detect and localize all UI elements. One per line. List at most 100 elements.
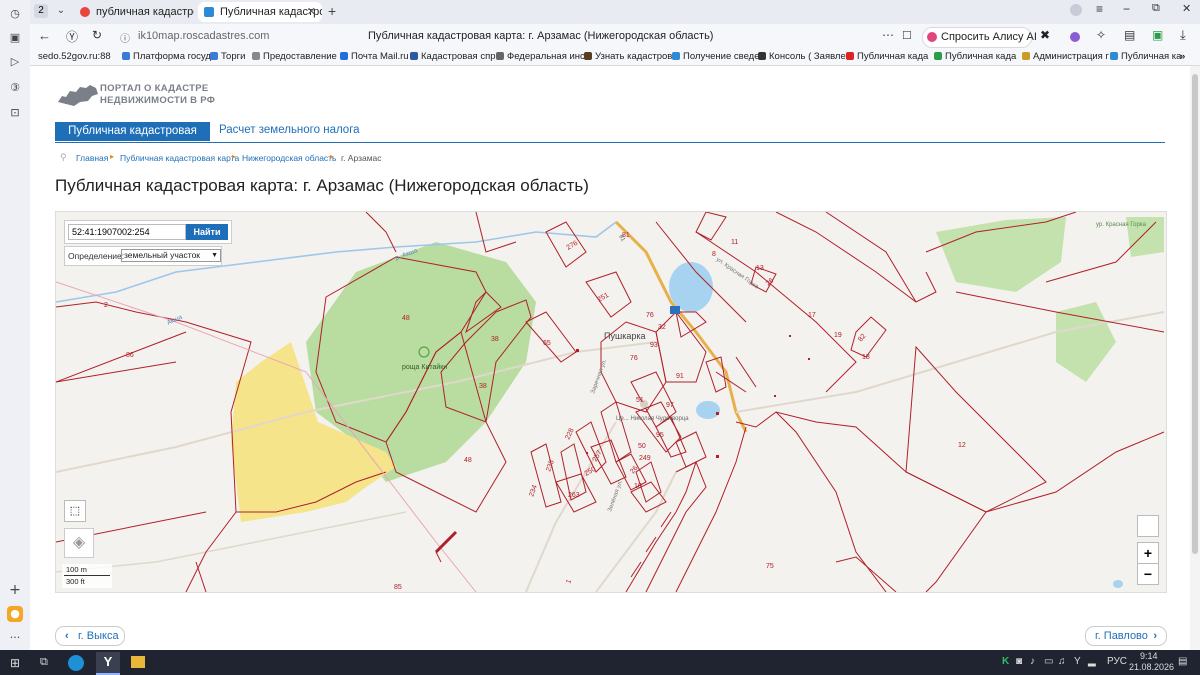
download-icon[interactable]: ⤓	[1180, 27, 1186, 43]
fullscreen-button[interactable]: ⬚	[64, 500, 86, 522]
history-icon[interactable]: ◷	[7, 6, 23, 22]
bookmark-icon[interactable]: ☐	[902, 29, 912, 42]
alice-app-icon[interactable]: ●	[7, 606, 23, 622]
ask-alice-label: Спросить Алису AI	[941, 31, 1037, 43]
map-svg[interactable]: 48 38 38 86 85 48 276 251 65 76 93 91 51…	[56, 212, 1166, 592]
bookmark-item[interactable]: Почта Mail.ru	[340, 51, 409, 62]
zoom-in-button[interactable]: +	[1137, 542, 1159, 564]
more-icon[interactable]: ···	[7, 630, 23, 646]
page-scrollbar[interactable]	[1190, 66, 1200, 650]
layers-button[interactable]: ◈	[64, 528, 94, 558]
extension-circle-icon[interactable]	[1070, 32, 1080, 42]
screenshot-icon[interactable]: ⊡	[7, 105, 23, 121]
zoom-out-button[interactable]: −	[1137, 563, 1159, 585]
close-tab-icon[interactable]: ✕	[307, 2, 316, 22]
bookmark-item[interactable]: Публичная када	[934, 51, 1016, 62]
bookmark-item[interactable]: Предоставление	[252, 51, 337, 62]
tab-2-active[interactable]: Публичная кадастрова ✕	[198, 2, 322, 22]
address-bar-row: ← Ⓨ ↻ ⓘ ik10map.roscadastres.com Публичн…	[30, 24, 1200, 50]
sidebar-panel-icon[interactable]: ▤	[1124, 28, 1135, 42]
nav-land-tax-link[interactable]: Расчет земельного налога	[219, 124, 360, 136]
extensions-icon[interactable]: ✧	[1096, 28, 1106, 42]
file-explorer-icon[interactable]	[131, 656, 145, 668]
minimize-icon[interactable]: −	[1123, 2, 1130, 16]
parcel-label: 75	[766, 563, 774, 570]
breadcrumb-region[interactable]: Нижегородская область	[242, 153, 337, 163]
parcel-label: 11	[731, 239, 738, 246]
parcel-label: 2	[104, 302, 108, 309]
more-bookmarks-icon[interactable]: »	[1180, 51, 1185, 62]
map-option-button[interactable]	[1137, 515, 1159, 537]
play-icon[interactable]: ▷	[7, 54, 23, 70]
start-icon[interactable]: ⊞	[10, 656, 20, 670]
yandex-browser-taskbar-icon[interactable]: Y	[96, 652, 120, 675]
pond	[696, 401, 720, 419]
breadcrumb-home[interactable]: Главная	[76, 153, 108, 163]
tab-count-badge[interactable]: 2	[34, 4, 48, 18]
back-icon[interactable]: ←	[38, 28, 51, 43]
network-icon[interactable]: ▂	[1088, 656, 1096, 667]
definition-select[interactable]: земельный участок ▼	[121, 249, 221, 262]
clock-time[interactable]: 9:14	[1140, 651, 1158, 661]
more-actions-icon[interactable]: ⋯	[882, 28, 894, 42]
volume-icon[interactable]: ♫	[1058, 656, 1066, 667]
scale-meters: 100 m	[66, 565, 87, 574]
extension-x-icon[interactable]: ✖	[1040, 28, 1050, 42]
next-city-button[interactable]: г. Павлово ›	[1085, 626, 1167, 646]
notifications-icon[interactable]: ▤	[1178, 656, 1187, 667]
tray-mic-icon[interactable]: ♪	[1030, 656, 1035, 667]
bookmark-item[interactable]: Администрация г	[1022, 51, 1109, 62]
language-indicator[interactable]: РУС	[1107, 656, 1127, 667]
tray-yandex-icon[interactable]: Y	[1074, 656, 1081, 667]
bookmark-item[interactable]: Получение сведе	[672, 51, 760, 62]
yandex-icon[interactable]: Ⓨ	[66, 28, 78, 45]
edge-icon[interactable]	[68, 655, 84, 671]
church-label: Це... Николая Чудотворца	[616, 416, 689, 422]
bookmark-item[interactable]: Торги	[210, 51, 245, 62]
add-panel-icon[interactable]: +	[7, 582, 23, 598]
bookmark-item[interactable]: Федеральная инс	[496, 51, 585, 62]
definition-label: Определение:	[68, 251, 125, 261]
tab-1[interactable]: публичная кадастровая к	[74, 2, 194, 22]
info-icon[interactable]: ⓘ	[120, 30, 130, 45]
prev-city-button[interactable]: ‹ г. Выкса	[55, 626, 125, 646]
bookmark-item[interactable]: Кадастровая спр	[410, 51, 496, 62]
map-canvas[interactable]: 48 38 38 86 85 48 276 251 65 76 93 91 51…	[55, 211, 1167, 593]
find-button[interactable]: Найти	[186, 224, 228, 240]
ask-alice-button[interactable]: Спросить Алису AI	[922, 27, 1037, 48]
tray-chat-icon[interactable]: ▭	[1044, 656, 1053, 667]
number-3-icon[interactable]: ③	[7, 80, 23, 96]
breadcrumb-public-map[interactable]: Публичная кадастровая карта	[120, 153, 239, 163]
restore-icon[interactable]: ⧉	[1152, 2, 1160, 15]
scale-bar: 100 m 300 ft	[62, 564, 112, 588]
scrollbar-thumb[interactable]	[1192, 74, 1198, 554]
page-title-in-address: Публичная кадастровая карта: г. Арзамас …	[368, 30, 714, 42]
tray-k-icon[interactable]: K	[1002, 656, 1009, 667]
bookmark-item[interactable]: Консоль ( Заявле	[758, 51, 846, 62]
clock-date[interactable]: 21.08.2026	[1129, 662, 1174, 672]
breadcrumb-sep-icon: ▸	[110, 152, 115, 161]
close-window-icon[interactable]: ✕	[1182, 2, 1191, 15]
menu-icon[interactable]: ≡	[1096, 2, 1103, 16]
dropdown-arrow-icon: ▼	[211, 252, 218, 259]
bus-stop-icon	[670, 306, 680, 314]
profile-avatar[interactable]	[1070, 4, 1082, 16]
extension-green-icon[interactable]: ▣	[1152, 28, 1163, 42]
reload-icon[interactable]: ↻	[92, 28, 102, 42]
collections-icon[interactable]: ▣	[7, 30, 23, 46]
bookmark-item[interactable]: sedo.52gov.ru:88	[38, 51, 111, 62]
parcel-label: 18	[862, 354, 870, 361]
cadastral-number-input[interactable]	[68, 224, 186, 240]
url-field[interactable]: ⓘ ik10map.roscadastres.com Публичная кад…	[116, 27, 916, 47]
bookmark-item[interactable]: Узнать кадастров	[584, 51, 672, 62]
bookmark-item[interactable]: Платформа госуд	[122, 51, 211, 62]
tab-list-chevron-icon[interactable]: ⌄	[54, 4, 68, 18]
bookmark-item[interactable]: Публичная када	[846, 51, 928, 62]
prev-city-label: г. Выкса	[78, 630, 119, 642]
bookmark-item[interactable]: Публичная ка	[1110, 51, 1181, 62]
task-view-icon[interactable]: ⧉	[40, 656, 48, 669]
next-city-label: г. Павлово	[1095, 630, 1148, 642]
new-tab-icon[interactable]: +	[328, 3, 336, 19]
tray-app-icon[interactable]: ◙	[1016, 656, 1022, 667]
nav-public-map-button[interactable]: Публичная кадастровая карта	[55, 122, 210, 156]
